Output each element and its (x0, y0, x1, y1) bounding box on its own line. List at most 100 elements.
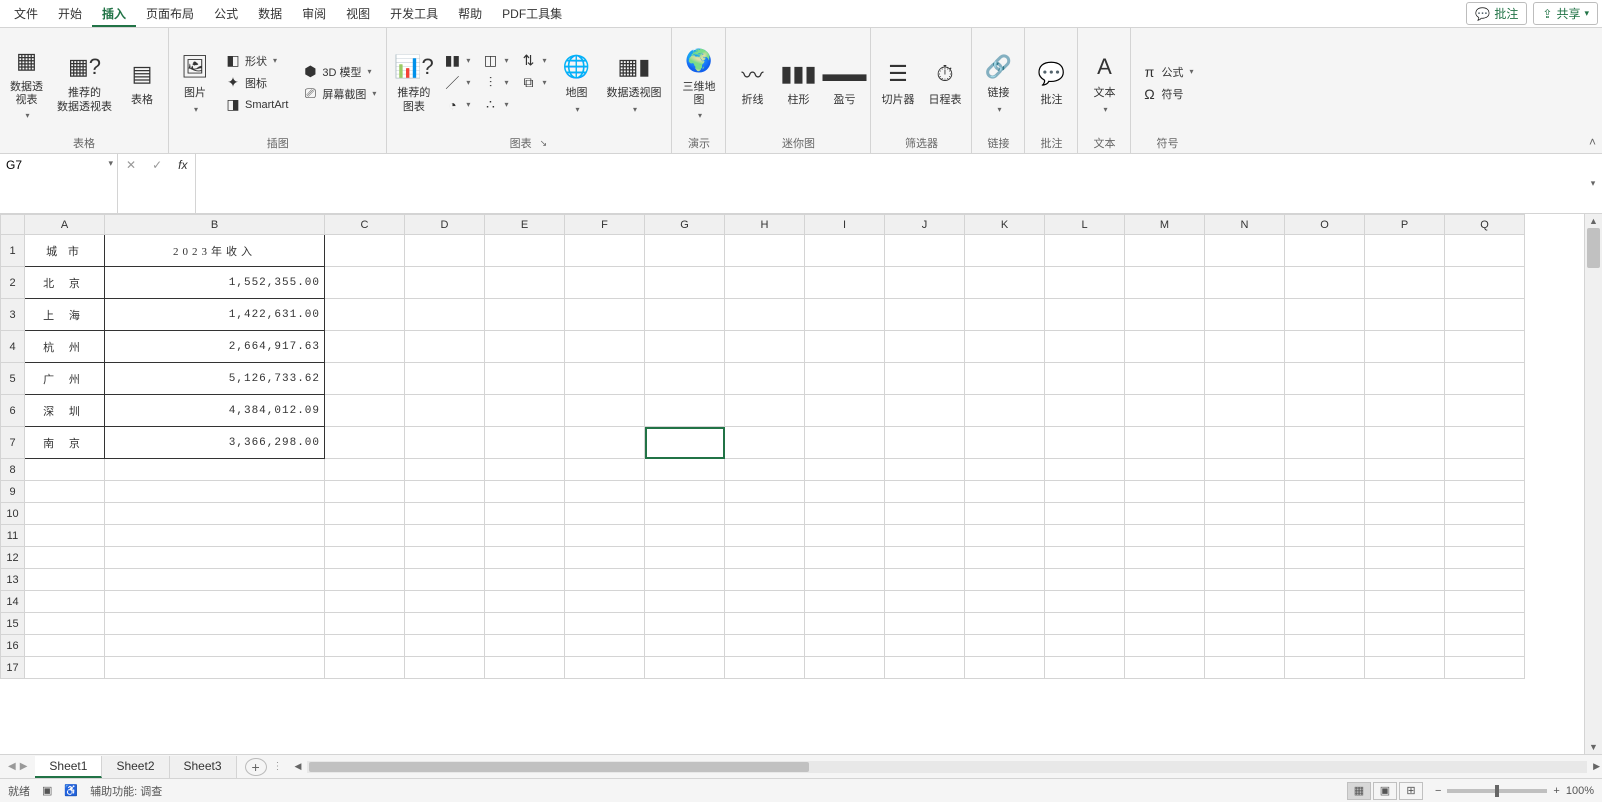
cell-G1[interactable] (645, 235, 725, 267)
cell-I1[interactable] (805, 235, 885, 267)
cell-N4[interactable] (1205, 331, 1285, 363)
row-header-16[interactable]: 16 (1, 635, 25, 657)
cell-A9[interactable] (25, 481, 105, 503)
cell-C1[interactable] (325, 235, 405, 267)
cell-B17[interactable] (105, 657, 325, 679)
cell-N10[interactable] (1205, 503, 1285, 525)
cell-P2[interactable] (1365, 267, 1445, 299)
cell-P1[interactable] (1365, 235, 1445, 267)
cell-Q7[interactable] (1445, 427, 1525, 459)
cell-D15[interactable] (405, 613, 485, 635)
cell-C5[interactable] (325, 363, 405, 395)
cell-H7[interactable] (725, 427, 805, 459)
cell-Q11[interactable] (1445, 525, 1525, 547)
vscroll-thumb[interactable] (1587, 228, 1600, 268)
cell-K6[interactable] (965, 395, 1045, 427)
cell-N1[interactable] (1205, 235, 1285, 267)
menu-tab-文件[interactable]: 文件 (4, 3, 48, 25)
cell-P9[interactable] (1365, 481, 1445, 503)
cell-F1[interactable] (565, 235, 645, 267)
menu-tab-开始[interactable]: 开始 (48, 3, 92, 25)
cell-F7[interactable] (565, 427, 645, 459)
zoom-level-label[interactable]: 100% (1566, 785, 1594, 797)
cell-B9[interactable] (105, 481, 325, 503)
cell-L2[interactable] (1045, 267, 1125, 299)
cell-C12[interactable] (325, 547, 405, 569)
cell-C4[interactable] (325, 331, 405, 363)
cell-M1[interactable] (1125, 235, 1205, 267)
cell-B8[interactable] (105, 459, 325, 481)
cell-H11[interactable] (725, 525, 805, 547)
vscroll-track[interactable] (1585, 228, 1602, 740)
cell-Q10[interactable] (1445, 503, 1525, 525)
cell-D7[interactable] (405, 427, 485, 459)
combo-chart-button[interactable]: ⧉ (516, 73, 550, 93)
column-header-M[interactable]: M (1125, 215, 1205, 235)
cell-J10[interactable] (885, 503, 965, 525)
column-header-L[interactable]: L (1045, 215, 1125, 235)
column-header-D[interactable]: D (405, 215, 485, 235)
column-header-P[interactable]: P (1365, 215, 1445, 235)
cell-K13[interactable] (965, 569, 1045, 591)
cell-C3[interactable] (325, 299, 405, 331)
cell-O1[interactable] (1285, 235, 1365, 267)
row-header-10[interactable]: 10 (1, 503, 25, 525)
cell-G9[interactable] (645, 481, 725, 503)
3dmap-button[interactable]: 🌍三维地 图 (678, 43, 719, 122)
spreadsheet-grid[interactable]: ABCDEFGHIJKLMNOPQ1城 市2023年收入2北 京1,552,35… (0, 214, 1584, 754)
cell-M8[interactable] (1125, 459, 1205, 481)
cell-N12[interactable] (1205, 547, 1285, 569)
column-chart-button[interactable]: ▮▮ (440, 51, 474, 71)
cell-G6[interactable] (645, 395, 725, 427)
cell-L1[interactable] (1045, 235, 1125, 267)
cell-G5[interactable] (645, 363, 725, 395)
cell-J7[interactable] (885, 427, 965, 459)
zoom-in-button[interactable]: + (1553, 785, 1559, 797)
cell-D6[interactable] (405, 395, 485, 427)
row-header-4[interactable]: 4 (1, 331, 25, 363)
sparkline-winloss-button[interactable]: ▬▬盈亏 (824, 56, 864, 109)
cell-M10[interactable] (1125, 503, 1205, 525)
cell-Q9[interactable] (1445, 481, 1525, 503)
cell-K17[interactable] (965, 657, 1045, 679)
cell-M4[interactable] (1125, 331, 1205, 363)
cell-K3[interactable] (965, 299, 1045, 331)
cell-A11[interactable] (25, 525, 105, 547)
row-header-12[interactable]: 12 (1, 547, 25, 569)
cell-Q2[interactable] (1445, 267, 1525, 299)
cell-G2[interactable] (645, 267, 725, 299)
sheet-tab-Sheet1[interactable]: Sheet1 (35, 756, 102, 778)
cell-I14[interactable] (805, 591, 885, 613)
cell-C2[interactable] (325, 267, 405, 299)
row-header-7[interactable]: 7 (1, 427, 25, 459)
symbol-button[interactable]: Ω符号 (1137, 84, 1197, 104)
cell-L5[interactable] (1045, 363, 1125, 395)
cell-Q12[interactable] (1445, 547, 1525, 569)
normal-view-button[interactable]: ▦ (1347, 782, 1371, 800)
cell-L12[interactable] (1045, 547, 1125, 569)
screenshot-button[interactable]: ⎚屏幕截图 (298, 84, 380, 104)
cell-C15[interactable] (325, 613, 405, 635)
comments-button[interactable]: 💬 批注 (1466, 2, 1527, 25)
cell-K2[interactable] (965, 267, 1045, 299)
cell-Q15[interactable] (1445, 613, 1525, 635)
cell-K8[interactable] (965, 459, 1045, 481)
cell-O13[interactable] (1285, 569, 1365, 591)
cell-G12[interactable] (645, 547, 725, 569)
cell-G8[interactable] (645, 459, 725, 481)
cell-C16[interactable] (325, 635, 405, 657)
cell-B6[interactable]: 4,384,012.09 (105, 395, 325, 427)
cell-N5[interactable] (1205, 363, 1285, 395)
cell-N8[interactable] (1205, 459, 1285, 481)
row-header-2[interactable]: 2 (1, 267, 25, 299)
cell-P4[interactable] (1365, 331, 1445, 363)
cell-I3[interactable] (805, 299, 885, 331)
cell-J11[interactable] (885, 525, 965, 547)
cell-K4[interactable] (965, 331, 1045, 363)
hierarchy-chart-button[interactable]: ◫ (478, 51, 512, 71)
cell-J8[interactable] (885, 459, 965, 481)
cell-M2[interactable] (1125, 267, 1205, 299)
cell-I5[interactable] (805, 363, 885, 395)
cell-O10[interactable] (1285, 503, 1365, 525)
cell-D17[interactable] (405, 657, 485, 679)
